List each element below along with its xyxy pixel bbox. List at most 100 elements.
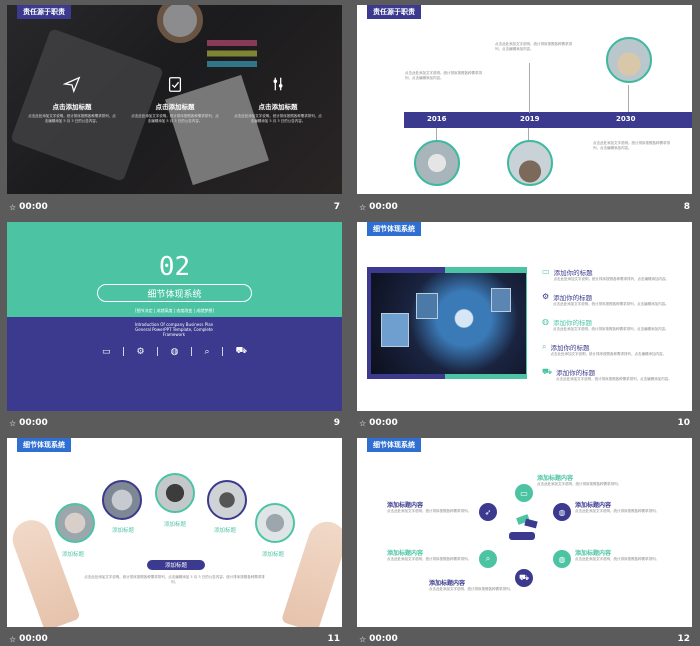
- slide-thumbnail-10[interactable]: 细节体现系统 ▭ 添加你的标题 点击此处添加文字说明，统计排序按照各种需求排列，点…: [357, 222, 692, 411]
- timeline-note: 点击此处添加文字说明。统计排序按照各种需求排列，点击编辑添加内容。: [495, 42, 572, 51]
- gear-icon: ⚙: [542, 292, 550, 301]
- right-item: 添加标题内容 点击此处添加文字说明，统计排序按照各种需求排列。: [537, 473, 627, 487]
- connector-line: [628, 85, 629, 112]
- item-text: 点击此处添加文字说明，统计排序按照各种需求排列，点击编辑添加内容。: [550, 352, 666, 356]
- slide-thumbnail-7[interactable]: 责任源于职责 点击添加标题 点击此处添加文字说明。统计排序按照各种需求排列，点击…: [7, 5, 342, 194]
- photo-circle-5: [255, 503, 295, 543]
- slide-tag: 细节体现系统: [17, 438, 71, 452]
- left-item: 添加标题内容 点击此处添加文字说明，统计排序按照各种需求排列。: [429, 578, 514, 592]
- slide-thumbnail-8[interactable]: 责任源于职责 2016 2019 2030 点击此处添加文字说明。统计排序按照各…: [357, 5, 692, 194]
- gear-icon: ⚙: [136, 346, 145, 357]
- item-text: 点击此处添加文字说明，统计排序按照各种需求排列。: [429, 587, 513, 591]
- list-item: ⚙ 添加你的标题 点击此处添加文字说明，统计排序按照各种需求排列，点击编辑添加内容…: [542, 292, 687, 317]
- transition-star-icon: ☆: [9, 202, 17, 212]
- item-text: 点击此处添加文字说明，统计排序按照各种需求排列，点击编辑添加内容。: [556, 377, 672, 381]
- clipboard-check-icon: [168, 77, 182, 92]
- center-text: 点击此处添加文字说明。统计排序按照各种需求排列，点击编辑添加 5 月 3 日的公…: [84, 575, 265, 584]
- feature-column-2: 点击添加标题 点击此处添加文字说明。统计排序按照各种需求排列，点击编辑添加 5 …: [130, 75, 220, 123]
- feature-column-3: 点击添加标题 点击此处添加文字说明。统计排序按照各种需求排列，点击编辑添加 5 …: [233, 75, 323, 123]
- circle-label: 添加标题: [262, 552, 285, 558]
- feature-title: 点击添加标题: [155, 103, 195, 111]
- item-text: 点击此处添加文字说明，统计排序按照各种需求排列。: [387, 509, 471, 513]
- slide-timing: 00:00: [19, 418, 48, 428]
- money-hand-icon: [507, 514, 541, 544]
- slide-footer-12: ☆ 00:00 12: [357, 628, 692, 646]
- left-item: 添加标题内容 点击此处添加文字说明，统计排序按照各种需求排列。: [387, 500, 472, 514]
- item-title: 添加你的标题: [553, 294, 593, 302]
- circle-label: 添加标题: [214, 528, 237, 534]
- slide-timing: 00:00: [19, 634, 48, 644]
- center-label: 添加标题: [164, 563, 187, 569]
- circle-label: 添加标题: [164, 522, 187, 528]
- feature-list: ▭ 添加你的标题 点击此处添加文字说明，统计排序按照各种需求排列，点击编辑添加内容…: [542, 267, 687, 392]
- slide-number: 7: [333, 202, 340, 212]
- feature-title: 点击添加标题: [52, 103, 92, 111]
- section-title: 细节体现系统: [147, 289, 202, 300]
- rocket-icon: ➶: [479, 503, 497, 521]
- photo-circle-4: [207, 480, 247, 520]
- right-item: 添加标题内容 点击此处添加文字说明，统计排序按照各种需求排列。: [575, 500, 665, 514]
- slide-timing: 00:00: [369, 418, 398, 428]
- globe-icon: ◍: [542, 317, 549, 326]
- paper-plane-icon: [62, 76, 81, 94]
- list-item: ⌕ 添加你的标题 点击此处添加文字说明，统计排序按照各种需求排列，点击编辑添加内容…: [542, 342, 687, 367]
- slide-number: 11: [327, 634, 340, 644]
- monitor-icon: ▭: [542, 267, 550, 276]
- item-text: 点击此处添加文字说明，统计排序按照各种需求排列，点击编辑添加内容。: [552, 327, 669, 331]
- circle-label: 添加标题: [62, 552, 85, 558]
- slide-thumbnail-11[interactable]: 细节体现系统 添加标题 添加标题 添加标题 添加标题 添加标题 添加标题 点击此…: [7, 438, 342, 627]
- timeline-year: 2019: [520, 115, 540, 123]
- circle-label: 添加标题: [112, 528, 135, 534]
- feature-text: 点击此处添加文字说明。统计排序按照各种需求排列，点击编辑添加 5 月 3 日的公…: [28, 114, 116, 123]
- settings-sliders-icon: [273, 77, 283, 91]
- transition-star-icon: ☆: [359, 202, 367, 212]
- transition-star-icon: ☆: [359, 418, 367, 428]
- slide-thumbnail-12[interactable]: 细节体现系统 添加标题内容 点击此处添加文字说明，统计排序按照各种需求排列。 添…: [357, 438, 692, 627]
- timeline-note: 点击此处添加文字说明。统计排序按照各种需求排列，点击编辑添加内容。: [405, 71, 482, 80]
- truck-icon: ⛟: [542, 367, 553, 376]
- section-title-pill: 细节体现系统: [97, 284, 252, 302]
- item-title: 添加你的标题: [553, 269, 593, 277]
- globe-icon: ◍: [553, 550, 571, 568]
- globe-icon: ◍: [170, 346, 179, 357]
- city-photo-circle: [507, 140, 553, 186]
- slide-number: 8: [683, 202, 690, 212]
- left-item: 添加标题内容 点击此处添加文字说明，统计排序按照各种需求排列。: [387, 548, 472, 562]
- search-icon: ⌕: [204, 346, 210, 357]
- list-item: ⛟ 添加你的标题 点击此处添加文字说明，统计排序按照各种需求排列，点击编辑添加内容…: [542, 367, 687, 392]
- photo-circle-3: [155, 473, 195, 513]
- truck-icon: ⛟: [235, 346, 247, 356]
- item-title: 添加标题内容: [575, 550, 612, 557]
- transition-star-icon: ☆: [359, 634, 367, 644]
- item-title: 添加标题内容: [387, 550, 424, 557]
- slide-thumbnail-9[interactable]: 02 细节体现系统 [细节决定 | 成就高度 | 态度改变 | 成就梦想] In…: [7, 222, 342, 411]
- item-text: 点击此处添加文字说明，统计排序按照各种需求排列，点击编辑添加内容。: [553, 302, 669, 306]
- globe-icon: ◍: [553, 503, 571, 521]
- slide-timing: 00:00: [19, 202, 48, 212]
- slide-number: 9: [333, 418, 340, 428]
- search-icon: ⌕: [479, 550, 497, 568]
- slide-number: 12: [677, 634, 690, 644]
- item-text: 点击此处添加文字说明，统计排序按照各种需求排列。: [575, 509, 659, 513]
- transition-star-icon: ☆: [9, 418, 17, 428]
- item-title: 添加标题内容: [387, 502, 424, 509]
- center-label-pill: 添加标题: [147, 560, 205, 570]
- section-icon-row: ▭ | ⚙ | ◍ | ⌕ | ⛟: [102, 346, 247, 357]
- item-text: 点击此处添加文字说明，统计排序按照各种需求排列。: [387, 557, 471, 561]
- list-item: ▭ 添加你的标题 点击此处添加文字说明，统计排序按照各种需求排列，点击编辑添加内容…: [542, 267, 687, 292]
- item-title: 添加标题内容: [575, 502, 612, 509]
- slide-footer-11: ☆ 00:00 11: [7, 628, 342, 646]
- feature-text: 点击此处添加文字说明。统计排序按照各种需求排列，点击编辑添加 5 月 3 日的公…: [234, 114, 322, 123]
- timeline-bar: [404, 112, 692, 128]
- monitor-icon: ▭: [515, 484, 533, 502]
- item-title: 添加标题内容: [537, 475, 574, 482]
- monitor-icon: ▭: [102, 346, 111, 357]
- search-icon: ⌕: [542, 342, 547, 351]
- item-text: 点击此处添加文字说明，统计排序按照各种需求排列。: [575, 557, 659, 561]
- slide-tag: 细节体现系统: [367, 222, 421, 236]
- section-english: Introduction Of company Business Plan Ge…: [134, 322, 214, 337]
- slide-footer-9: ☆ 00:00 9: [7, 412, 342, 434]
- feature-title: 点击添加标题: [258, 103, 298, 111]
- slide-footer-8: ☆ 00:00 8: [357, 196, 692, 218]
- photo-circle-2: [102, 480, 142, 520]
